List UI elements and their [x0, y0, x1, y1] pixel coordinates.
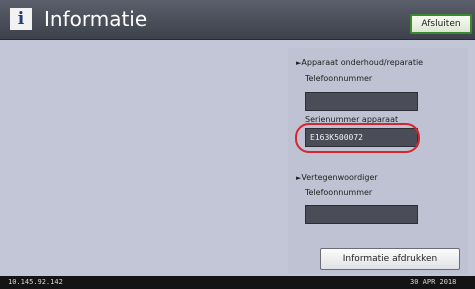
representative-phone-label: Telefoonnummer — [305, 188, 373, 197]
maintenance-phone-label: Telefoonnummer — [305, 74, 373, 83]
info-icon: i — [10, 8, 32, 30]
ip-address: 10.145.92.142 — [8, 278, 63, 286]
representative-heading: ►Vertegenwoordiger — [296, 173, 378, 183]
close-button[interactable]: Afsluiten — [410, 14, 472, 34]
representative-heading-label: Vertegenwoordiger — [301, 173, 378, 182]
screen: i Informatie Afsluiten ►Apparaat onderho… — [0, 0, 475, 289]
header-bar: i Informatie Afsluiten — [0, 0, 475, 40]
maintenance-heading: ►Apparaat onderhoud/reparatie — [296, 58, 423, 68]
maintenance-heading-label: Apparaat onderhoud/reparatie — [301, 58, 424, 67]
representative-phone-field — [305, 205, 418, 224]
status-bar: 10.145.92.142 30 APR 2018 — [0, 276, 475, 289]
maintenance-phone-field — [305, 92, 418, 111]
page-title: Informatie — [44, 7, 148, 31]
date-display: 30 APR 2018 — [410, 278, 457, 286]
highlight-circle — [295, 123, 420, 153]
main-area — [0, 40, 475, 276]
print-info-button[interactable]: Informatie afdrukken — [320, 248, 460, 270]
